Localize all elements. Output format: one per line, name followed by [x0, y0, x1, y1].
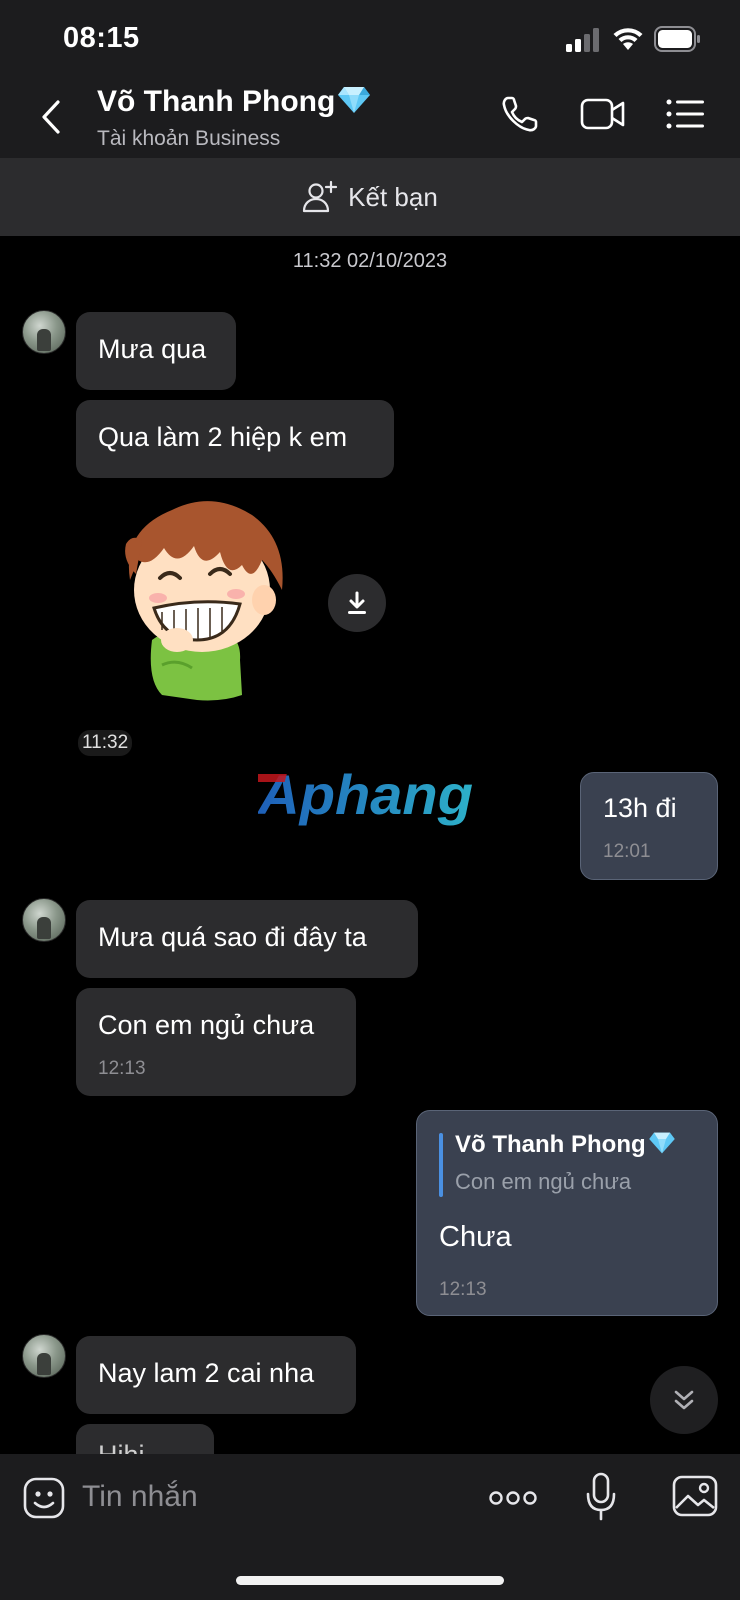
add-friend-icon — [303, 180, 338, 213]
message-text: Con em ngủ chưa — [98, 1010, 315, 1040]
download-icon — [348, 591, 366, 614]
message-text: Mưa quá sao đi đây ta — [98, 922, 367, 952]
contact-avatar[interactable] — [22, 1334, 66, 1378]
sticker-download-button[interactable] — [328, 574, 386, 632]
message-text: Hihi — [98, 1440, 145, 1454]
chat-header: Võ Thanh Phong Tài khoản Business — [0, 80, 740, 158]
message-time: 12:13 — [98, 1058, 146, 1079]
message-text: Nay lam 2 cai nha — [98, 1358, 315, 1388]
watermark-logo: Aphang — [258, 763, 473, 826]
quoted-sender: Võ Thanh Phong — [455, 1131, 676, 1159]
message-text: 13h đi — [603, 793, 677, 823]
phone-call-icon[interactable] — [500, 94, 540, 134]
wifi-icon — [613, 28, 643, 50]
message-text: Mưa qua — [98, 334, 207, 364]
message-bubble[interactable]: Hihi — [76, 1424, 214, 1454]
message-time: 12:13 — [439, 1279, 487, 1300]
sticker-timestamp: 11:32 — [78, 730, 133, 756]
microphone-icon[interactable] — [584, 1472, 618, 1522]
quoted-sender-name: Võ Thanh Phong — [455, 1131, 646, 1158]
add-friend-button[interactable]: Kết bạn — [0, 158, 740, 236]
quoted-text: Con em ngủ chưa — [455, 1169, 632, 1194]
menu-list-icon[interactable] — [666, 98, 706, 130]
video-call-icon[interactable] — [580, 96, 626, 132]
contact-name-row[interactable]: Võ Thanh Phong — [97, 85, 371, 119]
message-bubble[interactable]: Mưa qua — [76, 312, 236, 390]
message-time: 12:01 — [603, 841, 651, 862]
message-text: Chưa — [439, 1221, 512, 1253]
sticker-emoji-icon[interactable] — [22, 1476, 66, 1520]
sticker-image[interactable] — [102, 490, 302, 710]
message-bubble[interactable]: Qua làm 2 hiệp k em — [76, 400, 394, 478]
status-bar: 08:15 — [0, 0, 740, 80]
message-input[interactable] — [82, 1472, 462, 1522]
account-type-label: Tài khoản Business — [97, 127, 281, 150]
contact-name: Võ Thanh Phong — [97, 85, 336, 118]
home-indicator — [236, 1576, 504, 1585]
double-chevron-down-icon — [674, 1390, 694, 1410]
quote-accent-bar — [439, 1133, 443, 1197]
battery-icon — [654, 26, 700, 52]
image-gallery-icon[interactable] — [672, 1474, 718, 1518]
cellular-signal-icon — [566, 28, 599, 52]
message-bubble[interactable]: Con em ngủ chưa 12:13 — [76, 988, 356, 1096]
diamond-badge-icon — [338, 87, 371, 113]
watermark-text: Aphang — [258, 763, 473, 826]
date-divider: 11:32 02/10/2023 — [292, 250, 448, 272]
my-message-bubble[interactable]: 13h đi 12:01 — [580, 772, 718, 880]
message-bubble[interactable]: Nay lam 2 cai nha — [76, 1336, 356, 1414]
more-options-icon[interactable] — [488, 1480, 538, 1516]
message-text: Qua làm 2 hiệp k em — [98, 422, 348, 452]
my-reply-message-bubble[interactable]: Võ Thanh Phong Con em ngủ chưa Chưa 12:1… — [416, 1110, 718, 1316]
status-time: 08:15 — [63, 22, 140, 54]
scroll-to-bottom-button[interactable] — [650, 1366, 718, 1434]
diamond-badge-icon — [648, 1132, 675, 1154]
message-bubble[interactable]: Mưa quá sao đi đây ta — [76, 900, 418, 978]
contact-avatar[interactable] — [22, 898, 66, 942]
contact-avatar[interactable] — [22, 310, 66, 354]
add-friend-label: Kết bạn — [348, 181, 438, 212]
back-arrow-icon[interactable] — [36, 98, 66, 136]
